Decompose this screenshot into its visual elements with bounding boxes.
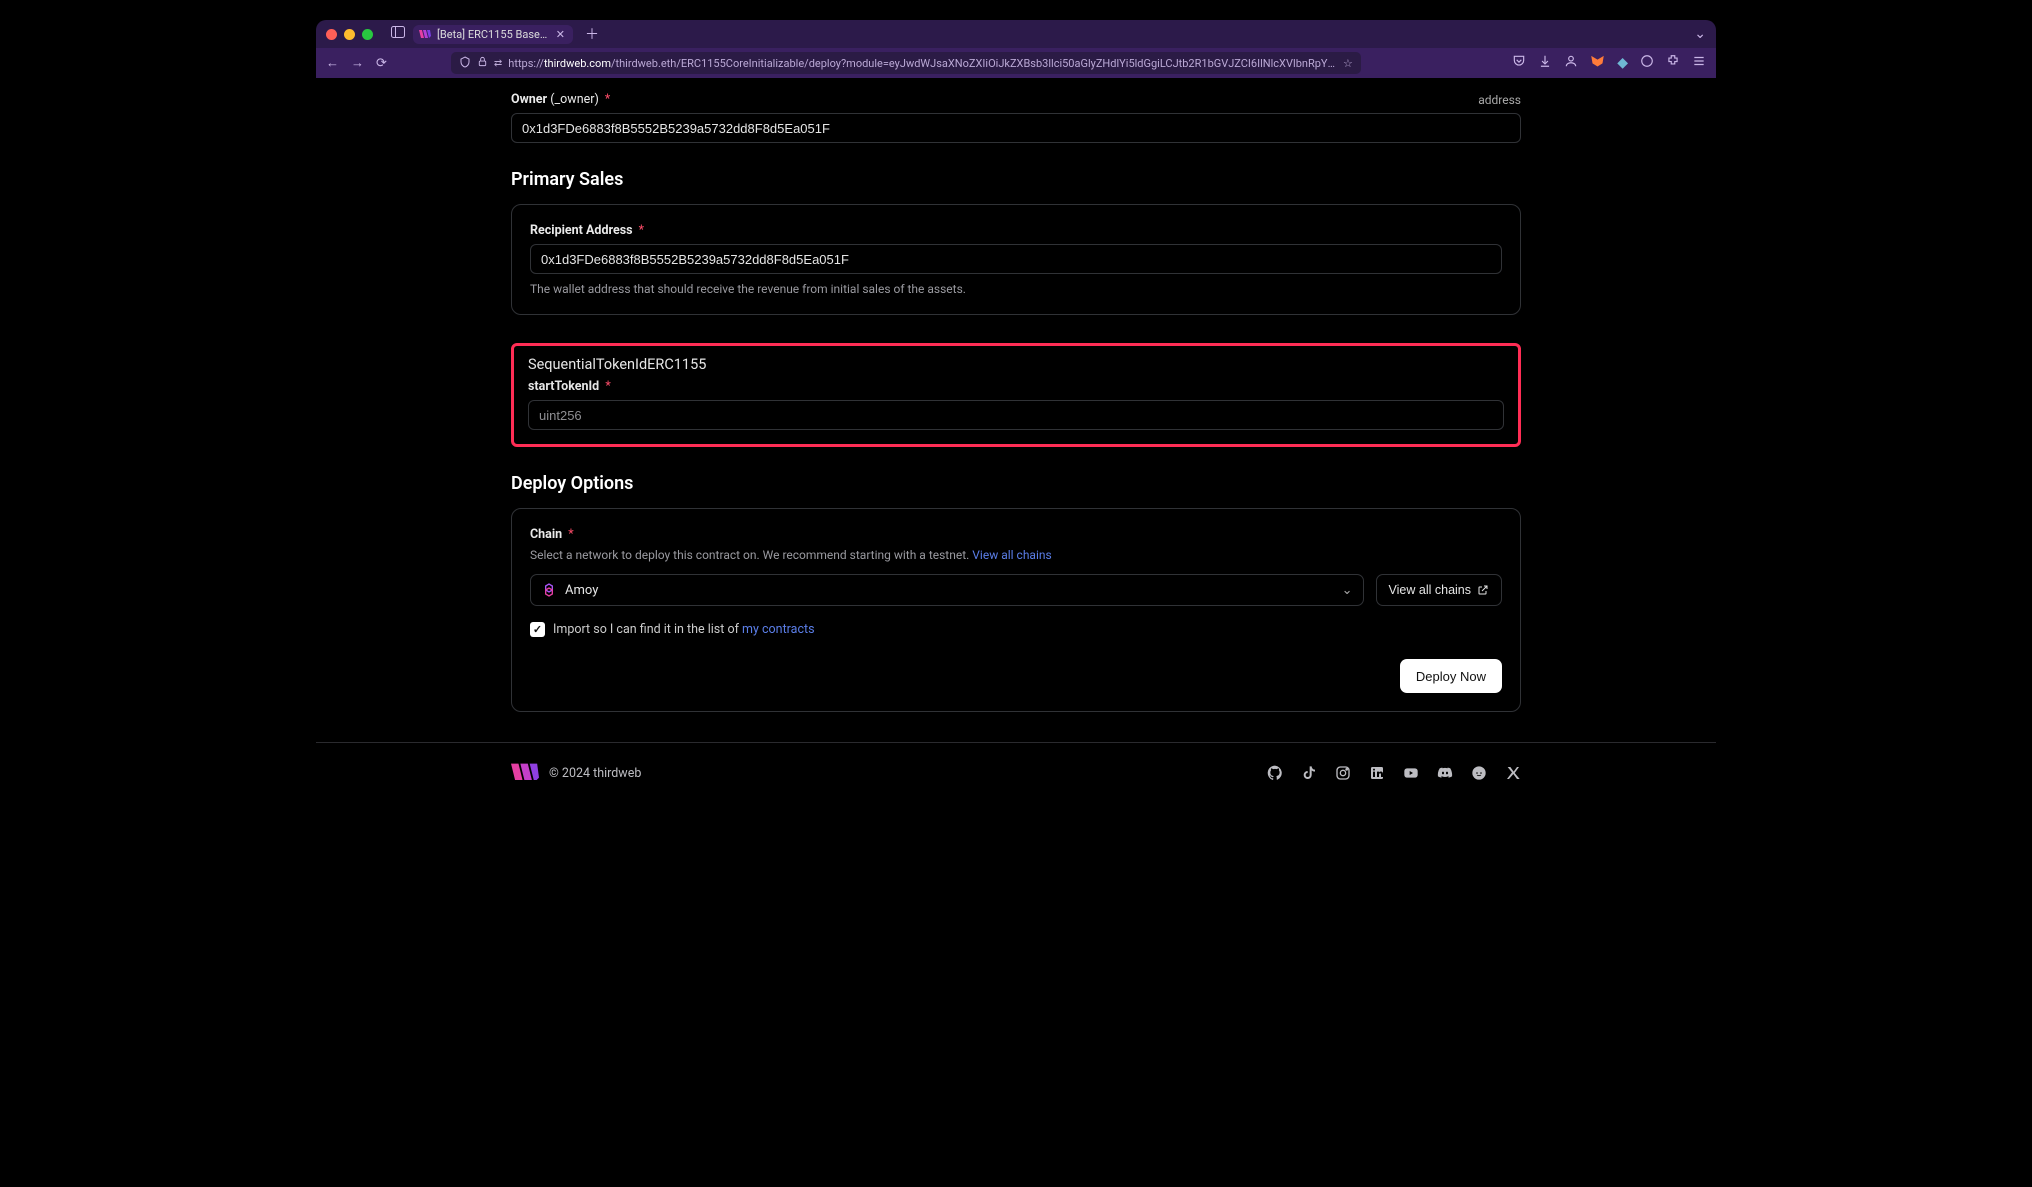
discord-icon[interactable] (1437, 765, 1453, 780)
thirdweb-logo-icon (511, 763, 539, 780)
metamask-icon[interactable] (1590, 54, 1605, 73)
deploy-now-button[interactable]: Deploy Now (1400, 659, 1502, 693)
external-link-icon (1477, 584, 1489, 596)
import-checkbox[interactable]: ✓ (530, 622, 545, 637)
minimize-window-icon[interactable] (344, 29, 355, 40)
primary-sales-title: Primary Sales (511, 169, 1521, 190)
owner-input[interactable] (511, 113, 1521, 143)
extensions-icon[interactable] (1666, 54, 1680, 72)
owner-type: address (1478, 93, 1521, 107)
extension-2-icon[interactable] (1640, 54, 1654, 72)
star-icon[interactable]: ☆ (1343, 57, 1353, 70)
recipient-input[interactable] (530, 244, 1502, 274)
window-controls[interactable] (326, 29, 373, 40)
reddit-icon[interactable] (1471, 765, 1487, 780)
lock-icon[interactable] (477, 56, 488, 70)
maximize-window-icon[interactable] (362, 29, 373, 40)
recipient-helper: The wallet address that should receive t… (530, 282, 1502, 296)
chain-helper: Select a network to deploy this contract… (530, 548, 972, 562)
x-twitter-icon[interactable] (1505, 765, 1521, 780)
import-label: Import so I can find it in the list of m… (553, 622, 815, 637)
github-icon[interactable] (1267, 765, 1283, 780)
titlebar: [Beta] ERC1155 Base | Publishe ✕ ＋ ⌄ (316, 20, 1716, 48)
tab-title: [Beta] ERC1155 Base | Publishe (437, 28, 550, 41)
close-tab-icon[interactable]: ✕ (556, 28, 565, 41)
chain-select[interactable]: Amoy ⌄ (530, 574, 1364, 606)
start-token-id-label: startTokenId (528, 379, 599, 394)
tabs-chevron-icon[interactable]: ⌄ (1694, 26, 1706, 42)
account-icon[interactable] (1564, 54, 1578, 72)
download-icon[interactable] (1538, 54, 1552, 72)
start-token-id-input[interactable] (528, 400, 1504, 430)
new-tab-button[interactable]: ＋ (581, 24, 603, 44)
chevron-down-icon: ⌄ (1342, 583, 1353, 598)
url-text: https://thirdweb.com/thirdweb.eth/ERC115… (508, 57, 1337, 70)
youtube-icon[interactable] (1403, 765, 1419, 780)
amoy-chain-icon (541, 582, 557, 598)
chain-label: Chain * (530, 527, 574, 542)
menu-icon[interactable] (1692, 54, 1706, 72)
browser-tab[interactable]: [Beta] ERC1155 Base | Publishe ✕ (413, 25, 573, 44)
page-content: Owner (_owner) * address Primary Sales R… (316, 78, 1716, 780)
thirdweb-favicon-icon (419, 28, 431, 40)
browser-toolbar: ← → ⟳ ⇄ https://thirdweb.com/thirdweb.et… (316, 48, 1716, 78)
reload-button[interactable]: ⟳ (376, 56, 387, 71)
permissions-icon[interactable]: ⇄ (494, 58, 502, 69)
view-all-chains-button[interactable]: View all chains (1376, 574, 1502, 606)
recipient-label: Recipient Address * (530, 223, 644, 238)
pocket-icon[interactable] (1512, 54, 1526, 72)
sequential-token-highlight: SequentialTokenIdERC1155 startTokenId * (511, 343, 1521, 447)
my-contracts-link[interactable]: my contracts (742, 622, 815, 637)
sidebar-toggle-icon[interactable] (391, 26, 405, 42)
extension-1-icon[interactable]: ◆ (1617, 55, 1628, 71)
url-bar[interactable]: ⇄ https://thirdweb.com/thirdweb.eth/ERC1… (451, 52, 1361, 74)
shield-icon[interactable] (459, 56, 471, 71)
copyright: © 2024 thirdweb (549, 766, 641, 781)
owner-label: Owner (_owner) * (511, 92, 610, 107)
instagram-icon[interactable] (1335, 765, 1351, 780)
close-window-icon[interactable] (326, 29, 337, 40)
primary-sales-card: Recipient Address * The wallet address t… (511, 204, 1521, 315)
linkedin-icon[interactable] (1369, 765, 1385, 780)
chain-selected: Amoy (565, 583, 598, 598)
sequential-heading: SequentialTokenIdERC1155 (528, 356, 1504, 373)
view-all-chains-link[interactable]: View all chains (972, 548, 1051, 562)
tiktok-icon[interactable] (1301, 765, 1317, 780)
back-button[interactable]: ← (326, 55, 339, 71)
deploy-options-title: Deploy Options (511, 473, 1521, 494)
footer: © 2024 thirdweb Home Blog (316, 742, 1716, 780)
forward-button[interactable]: → (351, 55, 364, 71)
deploy-options-card: Chain * Select a network to deploy this … (511, 508, 1521, 712)
